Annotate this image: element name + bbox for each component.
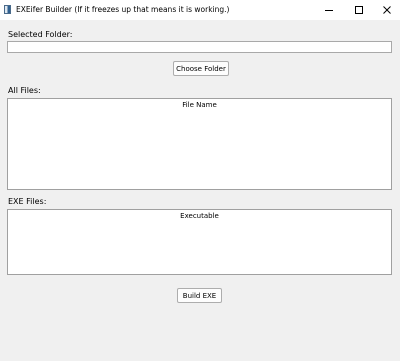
app-icon: [4, 5, 11, 14]
maximize-button[interactable]: [344, 0, 374, 20]
build-exe-button[interactable]: Build EXE: [177, 288, 222, 303]
exe-files-list[interactable]: Executable: [7, 209, 392, 275]
maximize-icon: [355, 6, 363, 14]
title-bar[interactable]: EXEifer Builder (If it freezes up that m…: [0, 0, 400, 20]
file-name-column-header[interactable]: File Name: [8, 101, 391, 109]
exe-files-label: EXE Files:: [8, 197, 47, 206]
all-files-list[interactable]: File Name: [7, 98, 392, 190]
close-icon: [383, 6, 391, 14]
close-button[interactable]: [372, 0, 400, 20]
choose-folder-button[interactable]: Choose Folder: [173, 61, 229, 76]
selected-folder-label: Selected Folder:: [8, 30, 73, 39]
window-title: EXEifer Builder (If it freezes up that m…: [16, 5, 230, 14]
minimize-icon: [325, 10, 333, 11]
executable-column-header[interactable]: Executable: [8, 212, 391, 220]
app-window: EXEifer Builder (If it freezes up that m…: [0, 0, 400, 361]
minimize-button[interactable]: [314, 0, 344, 20]
all-files-label: All Files:: [8, 86, 41, 95]
selected-folder-field[interactable]: [7, 41, 392, 53]
